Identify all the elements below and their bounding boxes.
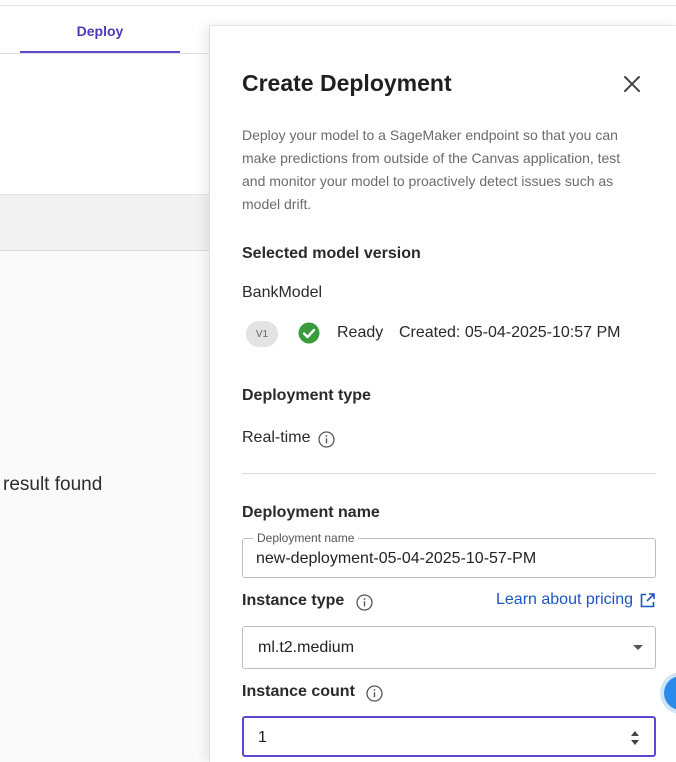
tab-divider	[0, 53, 210, 54]
model-name: BankModel	[242, 284, 323, 301]
version-badge: V1	[246, 321, 278, 347]
instance-count-input[interactable]: 1	[258, 729, 267, 747]
instance-count-field[interactable]: 1	[242, 716, 656, 757]
drawer-title: Create Deployment	[242, 70, 452, 96]
pricing-link-label: Learn about pricing	[496, 591, 633, 608]
instance-type-heading: Instance type	[242, 592, 345, 609]
tab-deploy[interactable]: Deploy	[20, 8, 180, 54]
created-timestamp: Created: 05-04-2025-10:57 PM	[399, 324, 621, 341]
create-deployment-drawer: Create Deployment Deploy your model to a…	[209, 25, 676, 762]
info-icon[interactable]	[356, 594, 373, 611]
learn-about-pricing-link[interactable]: Learn about pricing	[496, 591, 656, 609]
close-button[interactable]	[618, 70, 646, 98]
deployment-name-field[interactable]: Deployment name new-deployment-05-04-202…	[242, 531, 656, 578]
deployment-type-heading: Deployment type	[242, 387, 371, 404]
table-header-band	[0, 194, 210, 251]
table-body	[0, 251, 210, 762]
deployment-name-heading: Deployment name	[242, 504, 380, 521]
deployment-type-value: Real-time	[242, 429, 311, 446]
section-divider	[242, 473, 656, 474]
chevron-down-icon	[633, 645, 643, 650]
deployment-name-legend: Deployment name	[253, 531, 359, 545]
info-icon[interactable]	[366, 685, 383, 702]
empty-state-text: result found	[3, 474, 103, 495]
instance-type-select[interactable]: ml.t2.medium	[242, 626, 656, 669]
selected-version-heading: Selected model version	[242, 245, 421, 262]
check-circle-icon	[298, 322, 320, 344]
drawer-description: Deploy your model to a SageMaker endpoin…	[242, 127, 621, 212]
close-icon	[624, 76, 640, 92]
stepper-icon[interactable]	[630, 729, 640, 747]
deployment-name-input[interactable]: new-deployment-05-04-2025-10-57-PM	[256, 550, 536, 568]
instance-type-value: ml.t2.medium	[258, 639, 355, 656]
external-link-icon	[640, 592, 655, 607]
status-text: Ready	[337, 324, 384, 341]
top-divider	[0, 5, 676, 6]
info-icon[interactable]	[318, 431, 335, 448]
instance-count-heading: Instance count	[242, 683, 355, 700]
